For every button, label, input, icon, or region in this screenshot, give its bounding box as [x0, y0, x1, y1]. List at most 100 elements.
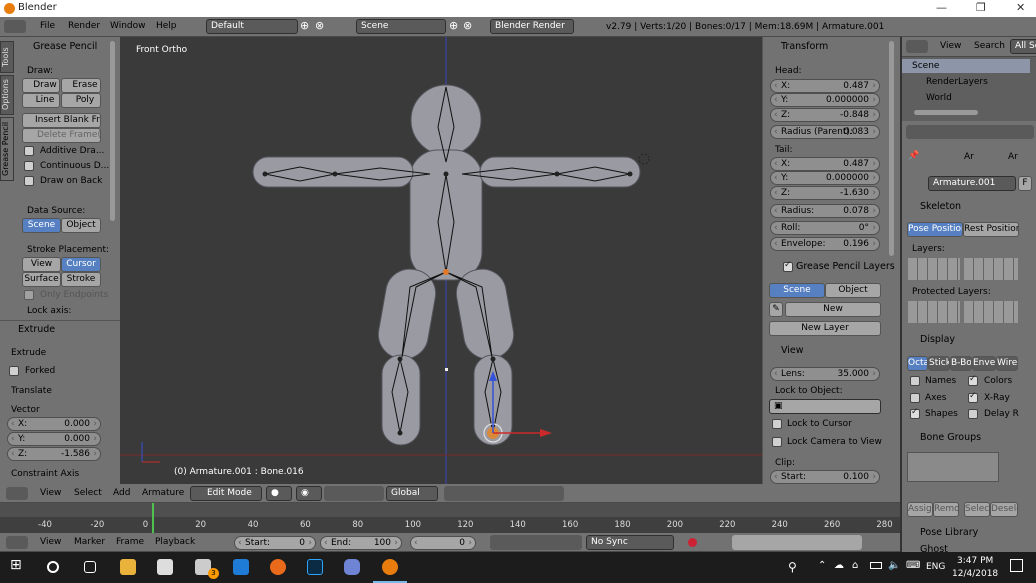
remove-scene-icon[interactable]: ⊗ [463, 19, 472, 32]
lock-object-field[interactable]: ▣ [769, 399, 881, 414]
outliner-row-renderlayers[interactable]: RenderLayers [902, 75, 1030, 89]
lock-to-cursor-checkbox[interactable] [772, 419, 782, 429]
properties-context-tabs[interactable] [906, 125, 1034, 139]
context-ar-1[interactable]: Ar [964, 152, 974, 162]
outliner-hscrollbar[interactable] [914, 110, 978, 115]
mode-selector[interactable]: Edit Mode [190, 486, 262, 501]
roll-field[interactable]: Roll:0° [770, 221, 880, 235]
continuous-drawing-checkbox[interactable] [24, 161, 34, 171]
editor-type-icon[interactable] [4, 20, 26, 33]
shapes-checkbox[interactable] [910, 407, 920, 419]
grease-pencil-layers-title[interactable]: Grease Pencil Layers [796, 261, 895, 272]
axes-checkbox[interactable] [910, 393, 920, 403]
layout-selector[interactable]: Default [206, 19, 298, 34]
outliner-row-world[interactable]: World [902, 91, 1030, 105]
tail-x-field[interactable]: X:0.487 [770, 157, 880, 171]
network-icon[interactable]: ⌂ [852, 560, 858, 571]
people-icon[interactable]: ⚲ [788, 560, 797, 574]
view3d-menu-add[interactable]: Add [113, 488, 130, 498]
erase-button[interactable]: Erase [61, 78, 101, 93]
record-icon[interactable] [688, 538, 697, 547]
display-stick-button[interactable]: Stick [928, 356, 950, 371]
blender-icon[interactable] [382, 559, 398, 575]
pin-icon[interactable]: 📌 [908, 151, 919, 161]
bone-groups-panel-title[interactable]: Bone Groups [920, 432, 981, 443]
colors-checkbox[interactable] [968, 374, 978, 386]
delete-frames-button[interactable]: Delete Frame(s) [22, 128, 101, 143]
menu-window[interactable]: Window [110, 21, 146, 31]
vector-z-field[interactable]: Z:-1.586 [7, 447, 101, 461]
store-icon[interactable] [157, 559, 173, 575]
armature-fake-user[interactable]: F [1018, 176, 1032, 191]
protected-layers-grid-2[interactable] [964, 301, 1018, 323]
display-envelope-button[interactable]: Envel [972, 356, 996, 371]
view-panel-title[interactable]: View [781, 345, 804, 356]
vector-x-field[interactable]: X:0.000 [7, 417, 101, 431]
context-ar-2[interactable]: Ar [1008, 152, 1018, 162]
bone-group-select[interactable]: Select [964, 502, 990, 517]
view3d-menu-armature[interactable]: Armature [142, 488, 184, 498]
timeline-menu-view[interactable]: View [40, 537, 61, 547]
radius-field[interactable]: Radius:0.078 [770, 204, 880, 218]
tab-tools[interactable]: Tools [0, 41, 14, 73]
remove-layout-icon[interactable]: ⊗ [315, 19, 324, 32]
playback-controls[interactable] [490, 535, 582, 550]
display-octa-button[interactable]: Octa [907, 356, 928, 371]
clock-date[interactable]: 12/4/2018 [952, 569, 998, 579]
bone-group-assign[interactable]: Assign [907, 502, 933, 517]
timeline-menu-marker[interactable]: Marker [74, 537, 105, 547]
discord-icon[interactable] [344, 559, 360, 575]
search-icon[interactable] [47, 561, 59, 573]
bone-groups-list[interactable] [907, 452, 999, 482]
draw-on-back-checkbox[interactable] [24, 176, 34, 186]
firefox-icon[interactable] [270, 559, 286, 575]
outliner-editor-icon[interactable] [906, 40, 928, 53]
additive-drawing-checkbox[interactable] [24, 146, 34, 156]
outliner-row-scene[interactable]: Scene [902, 59, 1030, 73]
grease-pencil-panel-title[interactable]: Grease Pencil [33, 41, 97, 52]
armature-name-field[interactable]: Armature.001 [928, 176, 1016, 191]
outliner-menu-view[interactable]: View [940, 41, 961, 51]
manipulator-icons[interactable] [324, 486, 384, 501]
line-button[interactable]: Line [22, 93, 60, 108]
minimize-icon[interactable]: — [936, 1, 947, 14]
outliner-filter[interactable]: All Sc [1010, 39, 1036, 54]
properties-region-scrollbar[interactable] [889, 41, 894, 256]
outliner-menu-search[interactable]: Search [974, 41, 1005, 51]
pivot-selector[interactable]: ◉ [296, 486, 322, 501]
task-view-icon[interactable] [84, 561, 96, 573]
placement-stroke-button[interactable]: Stroke [61, 272, 101, 287]
draw-button[interactable]: Draw [22, 78, 60, 93]
rest-position-button[interactable]: Rest Position [963, 222, 1019, 237]
timeline-menu-playback[interactable]: Playback [155, 537, 195, 547]
close-icon[interactable]: ✕ [1016, 1, 1025, 14]
head-y-field[interactable]: Y:0.000000 [770, 93, 880, 107]
placement-surface-button[interactable]: Surface [22, 272, 61, 287]
gp-new-button[interactable]: New [785, 302, 881, 317]
placement-view-button[interactable]: View [22, 257, 61, 272]
tab-options[interactable]: Options [0, 75, 14, 115]
3d-viewport[interactable]: Front Ortho (0) Armature.001: Bone.016 [120, 37, 762, 484]
edge-icon[interactable] [233, 559, 249, 575]
clock-time[interactable]: 3:47 PM [957, 556, 993, 566]
layers-grid[interactable] [908, 258, 960, 280]
notifications-icon[interactable] [1010, 559, 1023, 572]
scene-selector[interactable]: Scene [356, 19, 446, 34]
names-checkbox[interactable] [910, 376, 920, 386]
sync-selector[interactable]: No Sync [586, 535, 674, 550]
insert-blank-frame-button[interactable]: Insert Blank Fr... [22, 113, 101, 128]
menu-help[interactable]: Help [156, 21, 177, 31]
data-source-scene-button[interactable]: Scene [22, 218, 61, 233]
photoshop-icon[interactable] [307, 559, 323, 575]
battery-icon[interactable] [870, 562, 882, 569]
lens-field[interactable]: Lens:35.000 [770, 367, 880, 381]
placement-cursor-button[interactable]: Cursor [61, 257, 101, 272]
head-x-field[interactable]: X:0.487 [770, 79, 880, 93]
frame-start-field[interactable]: Start:0 [234, 536, 316, 550]
layer-buttons[interactable] [444, 486, 564, 501]
ime-icon[interactable]: ⌨ [906, 560, 920, 571]
extrude-panel-title[interactable]: Extrude [18, 324, 55, 335]
display-panel-title[interactable]: Display [920, 334, 955, 345]
shading-selector[interactable]: ● [266, 486, 292, 501]
gp-layers-scene-button[interactable]: Scene [769, 283, 825, 298]
